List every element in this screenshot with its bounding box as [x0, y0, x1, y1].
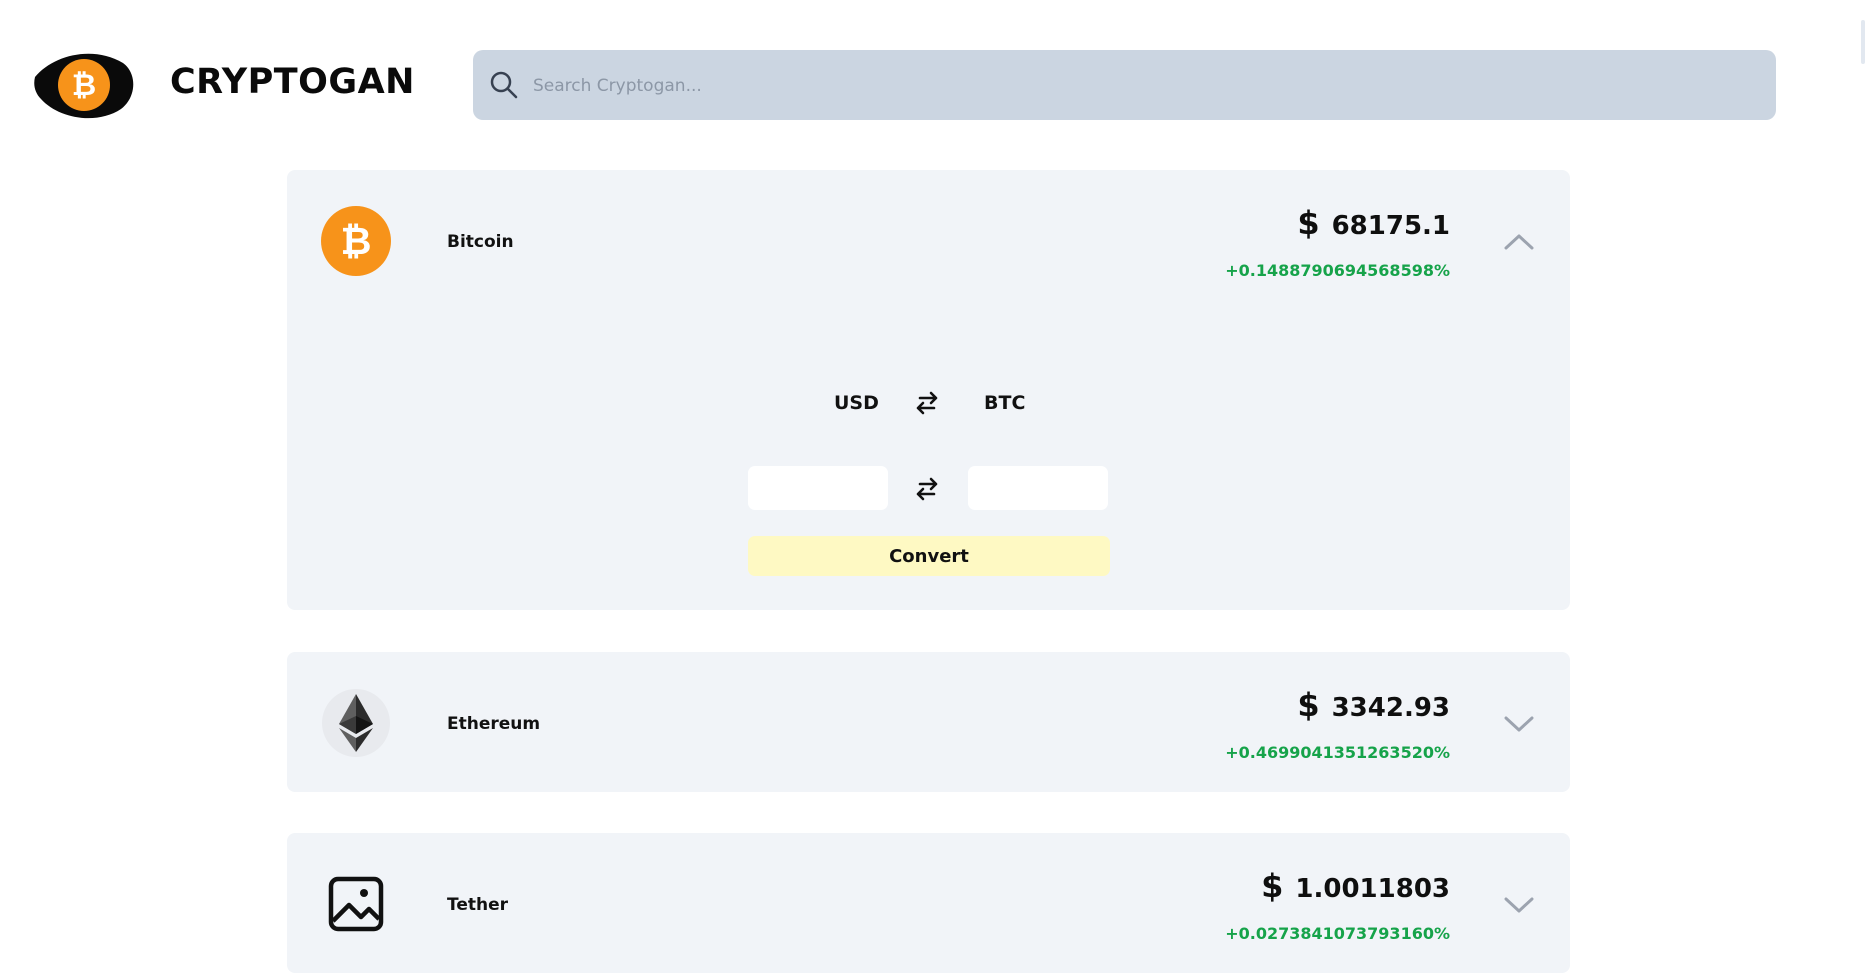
currency-from-label: USD — [834, 392, 879, 414]
chevron-down-icon[interactable] — [1502, 714, 1536, 734]
coin-card-ethereum[interactable]: Ethereum $3342.93 +0.4699041351263520% — [287, 652, 1570, 792]
eye-bitcoin-logo-icon[interactable]: ₿ — [33, 49, 137, 121]
bitcoin-icon: ₿ — [321, 206, 391, 276]
price-change: +0.4699041351263520% — [1225, 743, 1450, 762]
dollar-icon: $ — [1261, 867, 1284, 905]
price-change: +0.1488790694568598% — [1225, 261, 1450, 280]
chevron-up-icon[interactable] — [1502, 232, 1536, 252]
coin-name: Tether — [447, 895, 509, 915]
search-icon — [490, 71, 518, 99]
search-input[interactable] — [531, 50, 1755, 122]
amount-from-input[interactable] — [748, 466, 888, 510]
search-bar[interactable] — [473, 50, 1776, 122]
brand-title[interactable]: CRYPTOGAN — [170, 62, 415, 102]
coin-card-bitcoin[interactable]: ₿ Bitcoin $68175.1 +0.1488790694568598% … — [287, 170, 1570, 610]
convert-button[interactable]: Convert — [748, 536, 1110, 576]
coin-card-tether[interactable]: Tether $1.0011803 +0.0273841073793160% — [287, 833, 1570, 973]
dollar-icon: $ — [1297, 204, 1320, 242]
svg-text:₿: ₿ — [341, 219, 372, 263]
swap-arrows-icon[interactable] — [914, 390, 940, 416]
price-value: 1.0011803 — [1295, 874, 1450, 904]
ethereum-icon — [322, 689, 390, 757]
coin-price: $68175.1 — [1297, 204, 1450, 242]
coin-price: $3342.93 — [1297, 686, 1450, 724]
coin-price: $1.0011803 — [1261, 867, 1450, 905]
image-placeholder-icon — [328, 876, 384, 932]
scrollbar-thumb[interactable] — [1861, 20, 1865, 64]
coin-name: Ethereum — [447, 714, 541, 734]
svg-text:₿: ₿ — [72, 68, 96, 103]
chevron-down-icon[interactable] — [1502, 895, 1536, 915]
price-value: 3342.93 — [1331, 693, 1450, 723]
swap-arrows-icon[interactable] — [914, 476, 940, 502]
header: ₿ CRYPTOGAN — [0, 0, 1869, 150]
amount-to-input[interactable] — [968, 466, 1108, 510]
price-value: 68175.1 — [1331, 211, 1450, 241]
price-change: +0.0273841073793160% — [1225, 924, 1450, 943]
dollar-icon: $ — [1297, 686, 1320, 724]
coin-name: Bitcoin — [447, 232, 514, 252]
currency-to-label: BTC — [984, 392, 1026, 414]
